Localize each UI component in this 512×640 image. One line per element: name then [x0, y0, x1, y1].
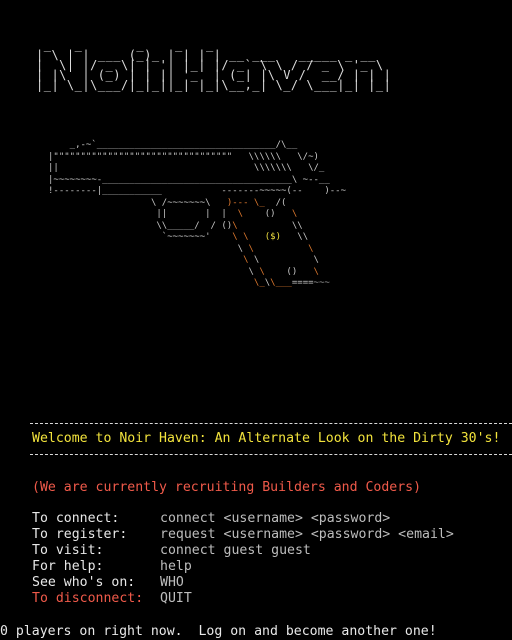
- who-label: See who's on:: [32, 575, 136, 590]
- disconnect-label: To disconnect:: [32, 591, 144, 606]
- top-divider: [30, 423, 512, 424]
- help-label: For help:: [32, 559, 104, 574]
- bottom-divider: [30, 454, 512, 455]
- register-command[interactable]: request <username> <password> <email>: [160, 527, 454, 543]
- terminal-screen[interactable]: _ _ _ _ _ | \ | | ___ (_)_ | | | | __ __…: [0, 0, 512, 640]
- pistol-ascii-art: _,-~`_________________________________/\…: [48, 140, 347, 288]
- visit-command[interactable]: connect guest guest: [160, 543, 311, 559]
- connect-label: To connect:: [32, 511, 120, 526]
- noir-haven-logo: _ _ _ _ _ | \ | | ___ (_)_ | | | | __ __…: [36, 38, 392, 92]
- visit-label: To visit:: [32, 543, 104, 558]
- players-online-status: 0 players on right now. Log on and becom…: [0, 624, 437, 639]
- connect-command[interactable]: connect <username> <password>: [160, 511, 390, 527]
- recruiting-notice: (We are currently recruiting Builders an…: [32, 480, 422, 495]
- welcome-message: Welcome to Noir Haven: An Alternate Look…: [32, 431, 501, 446]
- who-command[interactable]: WHO: [160, 575, 184, 591]
- quit-command[interactable]: QUIT: [160, 591, 192, 607]
- register-label: To register:: [32, 527, 128, 542]
- help-command[interactable]: help: [160, 559, 192, 575]
